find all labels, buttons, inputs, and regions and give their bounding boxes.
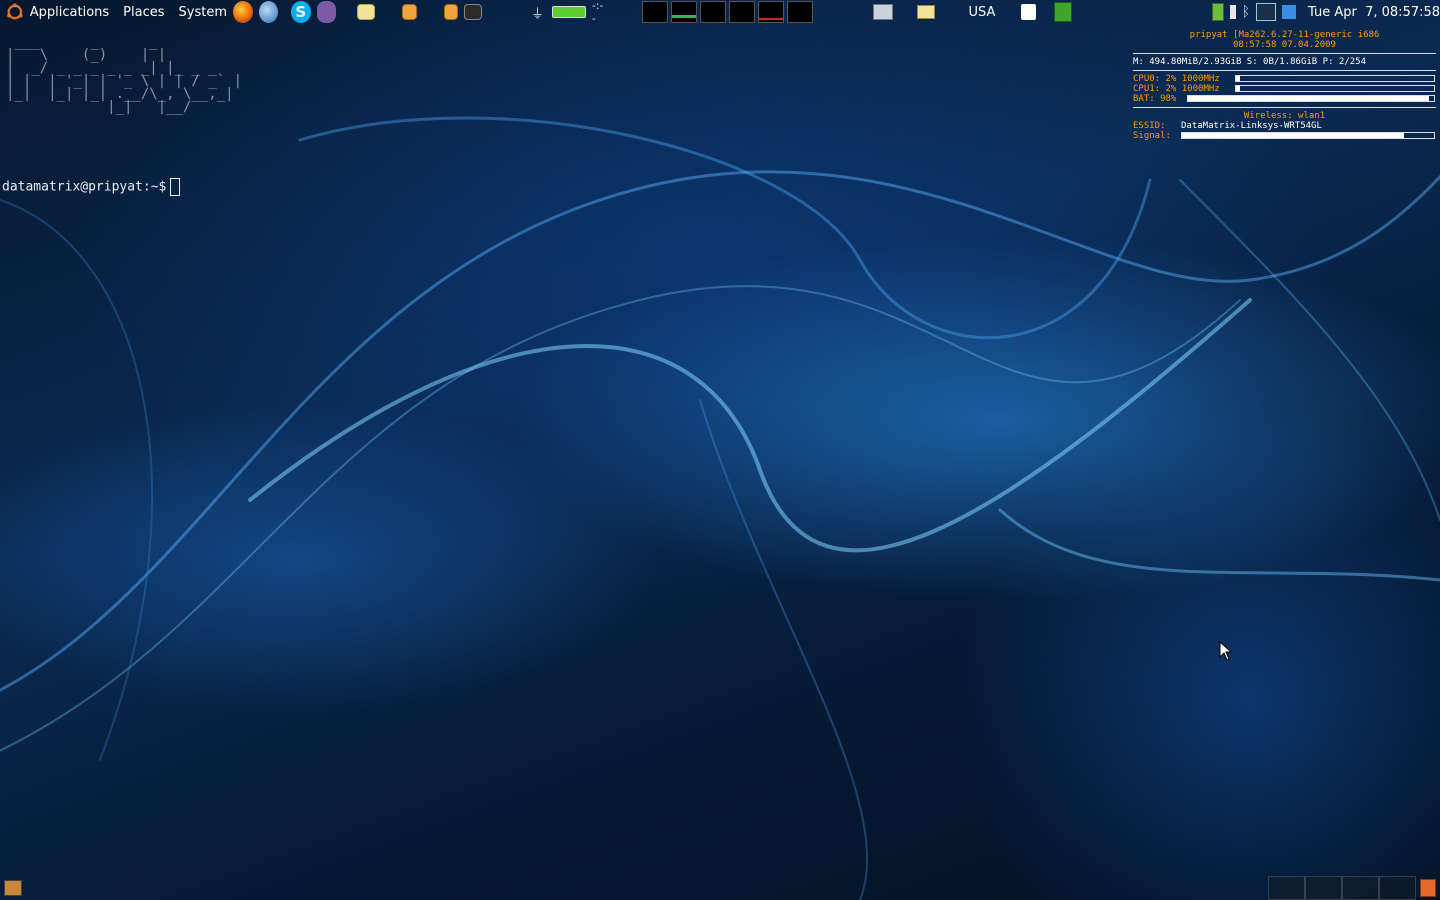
cpu0-label: CPU0: 2% 1000MHz bbox=[1133, 74, 1220, 84]
bat-bar bbox=[1187, 95, 1435, 102]
conky-divider bbox=[1133, 107, 1436, 108]
conky-datetime: 08:57:58 07.04.2009 bbox=[1233, 40, 1336, 50]
memory-graph bbox=[670, 1, 697, 23]
monitor-icon[interactable] bbox=[1256, 3, 1277, 21]
workspace-indicator-icon[interactable] bbox=[1053, 2, 1072, 22]
load-graph bbox=[757, 1, 784, 23]
document-icon[interactable] bbox=[443, 4, 458, 20]
swap-graph bbox=[699, 1, 726, 23]
conky-monitor: pripyat [Ma262.6.27-11-generic i686 08:5… bbox=[1133, 30, 1436, 141]
workspace-1[interactable] bbox=[1268, 876, 1305, 900]
bluetooth-icon[interactable]: ᛒ bbox=[1242, 4, 1250, 20]
notification-area: ᛒ bbox=[1211, 3, 1308, 21]
app-icon[interactable] bbox=[1282, 5, 1297, 19]
bat-bar-fill bbox=[1188, 96, 1430, 101]
prompt-text: datamatrix@pripyat:~$ bbox=[2, 179, 167, 195]
battery-icon[interactable] bbox=[1229, 5, 1236, 19]
cpu1-label: CPU1: 2% 1000MHz bbox=[1133, 84, 1220, 94]
bottom-panel bbox=[0, 876, 1440, 900]
terminal-prompt[interactable]: datamatrix@pripyat:~$ bbox=[2, 178, 181, 196]
conky-essid: ESSID: DataMatrix-Linksys-WRT54GL bbox=[1133, 121, 1436, 131]
thunderbird-icon[interactable] bbox=[258, 1, 279, 23]
conky-wireless-title: Wireless: wlan1 bbox=[1243, 111, 1326, 121]
conky-cpu0: CPU0: 2% 1000MHz bbox=[1133, 74, 1436, 84]
workspace-4[interactable] bbox=[1379, 876, 1416, 900]
top-panel: Applications Places System S ⏚ -:-- USA … bbox=[0, 0, 1440, 25]
places-menu[interactable]: Places bbox=[123, 5, 164, 20]
system-monitor-graphs[interactable] bbox=[641, 1, 813, 23]
terminal-ascii-art: ___ _ _ | \ (_) | | | _/ _ _ _ _ _ _| |_… bbox=[6, 34, 243, 115]
signal-label: Signal: bbox=[1133, 131, 1171, 141]
bat-label: BAT: 98% bbox=[1133, 94, 1177, 104]
keyboard-layout[interactable]: USA bbox=[969, 5, 996, 20]
trash-icon[interactable] bbox=[1420, 879, 1436, 897]
workspace-switcher bbox=[1268, 876, 1416, 900]
disk-graph bbox=[786, 1, 813, 23]
essid-label: ESSID: bbox=[1133, 121, 1166, 131]
presentation-icon[interactable] bbox=[402, 4, 417, 20]
applications-menu[interactable]: Applications bbox=[30, 5, 109, 20]
cpu0-bar bbox=[1235, 75, 1435, 82]
cpu1-bar bbox=[1235, 85, 1435, 92]
show-desktop-icon[interactable] bbox=[872, 4, 893, 20]
show-desktop-button[interactable] bbox=[4, 880, 22, 896]
workspace-2[interactable] bbox=[1305, 876, 1342, 900]
conky-memory: M: 494.80MiB/2.93GiB S: 0B/1.86GiB P: 2/… bbox=[1133, 57, 1366, 67]
signal-bar-fill bbox=[1182, 133, 1404, 138]
conky-divider bbox=[1133, 53, 1436, 54]
pidgin-icon[interactable] bbox=[316, 1, 337, 23]
signal-bar bbox=[1181, 132, 1435, 139]
battery-bar[interactable] bbox=[551, 6, 586, 18]
folder-icon[interactable] bbox=[357, 4, 376, 20]
tomboy-icon[interactable] bbox=[1021, 4, 1036, 20]
power-plug-icon: ⏚ bbox=[530, 6, 544, 22]
cpu0-bar-fill bbox=[1236, 76, 1240, 81]
mouse-pointer-icon bbox=[1219, 641, 1233, 661]
cpu1-bar-fill bbox=[1236, 86, 1240, 91]
battery-time: -:-- bbox=[591, 0, 604, 25]
conky-host: pripyat [Ma262.6.27-11-generic i686 bbox=[1189, 30, 1380, 40]
text-cursor bbox=[170, 178, 181, 196]
terminal-icon[interactable] bbox=[463, 4, 482, 20]
conky-divider bbox=[1133, 70, 1436, 71]
system-menu[interactable]: System bbox=[179, 5, 227, 20]
cpu-graph bbox=[641, 1, 668, 23]
printer-icon[interactable] bbox=[916, 5, 935, 19]
net-graph bbox=[728, 1, 755, 23]
conky-signal: Signal: bbox=[1133, 131, 1436, 141]
workspace-3[interactable] bbox=[1342, 876, 1379, 900]
clock[interactable]: Tue Apr 7, 08:57:58 bbox=[1308, 5, 1440, 20]
firefox-icon[interactable] bbox=[233, 1, 253, 23]
network-icon[interactable] bbox=[1211, 3, 1224, 21]
ubuntu-logo-icon[interactable] bbox=[6, 2, 24, 22]
conky-cpu1: CPU1: 2% 1000MHz bbox=[1133, 84, 1436, 94]
essid-value: DataMatrix-Linksys-WRT54GL bbox=[1181, 121, 1322, 131]
conky-battery: BAT: 98% bbox=[1133, 94, 1436, 104]
skype-icon[interactable]: S bbox=[291, 1, 311, 23]
